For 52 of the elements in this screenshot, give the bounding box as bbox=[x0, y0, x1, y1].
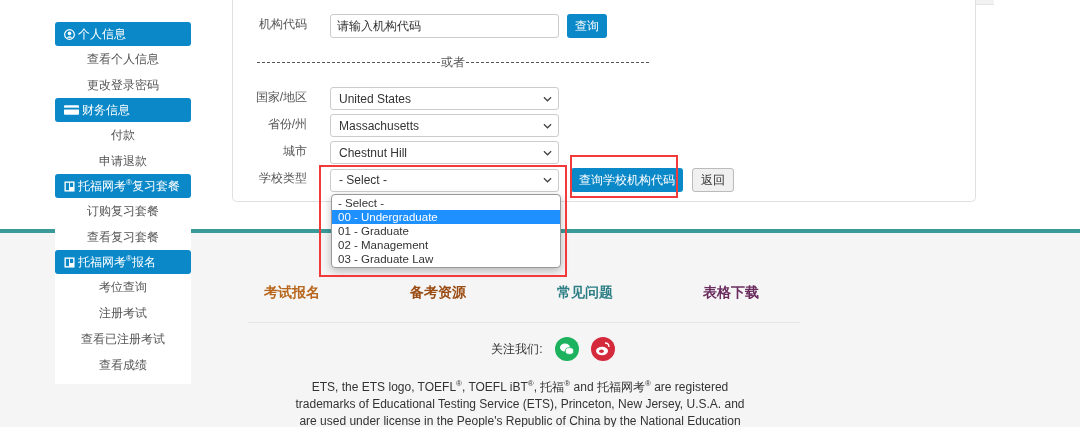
sidebar-item[interactable]: 查看个人信息 bbox=[55, 46, 191, 72]
sidebar-header-title: 托福网考$^{®}$报名 bbox=[78, 253, 156, 271]
separator-text: 或者 bbox=[440, 54, 466, 71]
sidebar-item[interactable]: 注册考试 bbox=[55, 300, 191, 326]
sidebar-item[interactable]: 考位查询 bbox=[55, 274, 191, 300]
follow-label: 关注我们: bbox=[491, 340, 543, 358]
eye-logo-icon[interactable] bbox=[590, 337, 615, 361]
chevron-down-icon bbox=[543, 177, 552, 183]
sidebar-item[interactable]: 查看成绩 bbox=[55, 352, 191, 378]
dropdown-option[interactable]: 03 - Graduate Law bbox=[332, 251, 560, 266]
search-school-button[interactable]: 查询学校机构代码 bbox=[571, 168, 683, 192]
dropdown-option[interactable]: 02 - Management bbox=[332, 237, 560, 252]
sidebar-header-title: 托福网考$^{®}$复习套餐 bbox=[78, 177, 180, 195]
trademark-notice: ETS, the ETS logo, TOEFL$^{®}$, TOEFL iBT$^{®}$, 托福$^{®}$ and 托福网考$^{®}$ are registered trademarks of Educational Testing Service (ETS), Princeton, New Jersey, U.S.A. and are used under license in the People's Republic of China by the National Education bbox=[294, 379, 746, 427]
field-label: 城市 bbox=[282, 143, 307, 160]
field-label: 省份/州 bbox=[266, 116, 307, 133]
field-label: 机构代码 bbox=[258, 16, 307, 33]
footer-link[interactable]: 表格下载 bbox=[703, 284, 816, 302]
card-icon bbox=[64, 105, 79, 115]
user-icon bbox=[64, 28, 75, 40]
footer-link[interactable]: 备考资源 bbox=[410, 284, 557, 302]
sidebar-item[interactable]: 付款 bbox=[55, 122, 191, 148]
dropdown-option[interactable]: 01 - Graduate bbox=[332, 223, 560, 238]
field-label: 国家/地区 bbox=[254, 89, 307, 106]
select-field[interactable]: - Select - bbox=[330, 168, 559, 192]
sidebar-header-title: 财务信息 bbox=[82, 101, 130, 119]
chevron-down-icon bbox=[543, 122, 552, 129]
sidebar-item[interactable]: 订购复习套餐 bbox=[55, 198, 191, 224]
sidebar-item[interactable]: 查看已注册考试 bbox=[55, 326, 191, 352]
sidebar-header[interactable]: 财务信息 bbox=[55, 98, 191, 122]
dropdown-option[interactable]: - Select - bbox=[332, 195, 560, 210]
chevron-down-icon bbox=[543, 149, 552, 156]
sidebar-header[interactable]: 个人信息 bbox=[55, 22, 191, 46]
back-button[interactable]: 返回 bbox=[692, 168, 734, 192]
search-button[interactable]: 查询 bbox=[567, 14, 607, 38]
select-field[interactable]: United States bbox=[330, 87, 559, 110]
select-field[interactable]: Chestnut Hill bbox=[330, 141, 559, 164]
board-icon bbox=[64, 256, 75, 268]
chat-bubbles-icon[interactable] bbox=[554, 337, 579, 361]
board-icon bbox=[64, 180, 75, 192]
select-field[interactable]: Massachusetts bbox=[330, 114, 559, 137]
sidebar-header[interactable]: 托福网考$^{®}$复习套餐 bbox=[55, 174, 191, 198]
field-label: 学校类型 bbox=[258, 170, 307, 187]
sidebar-item[interactable]: 查看复习套餐 bbox=[55, 224, 191, 250]
footer-link[interactable]: 考试报名 bbox=[264, 284, 410, 302]
sidebar-item[interactable]: 申请退款 bbox=[55, 148, 191, 174]
chevron-down-icon bbox=[543, 95, 552, 102]
sidebar-item[interactable]: 更改登录密码 bbox=[55, 72, 191, 98]
sidebar-header[interactable]: 托福网考$^{®}$报名 bbox=[55, 250, 191, 274]
footer-link[interactable]: 常见问题 bbox=[557, 284, 703, 302]
sidebar-header-title: 个人信息 bbox=[78, 25, 126, 43]
code-input-field[interactable]: 请输入机构代码 bbox=[330, 14, 559, 38]
